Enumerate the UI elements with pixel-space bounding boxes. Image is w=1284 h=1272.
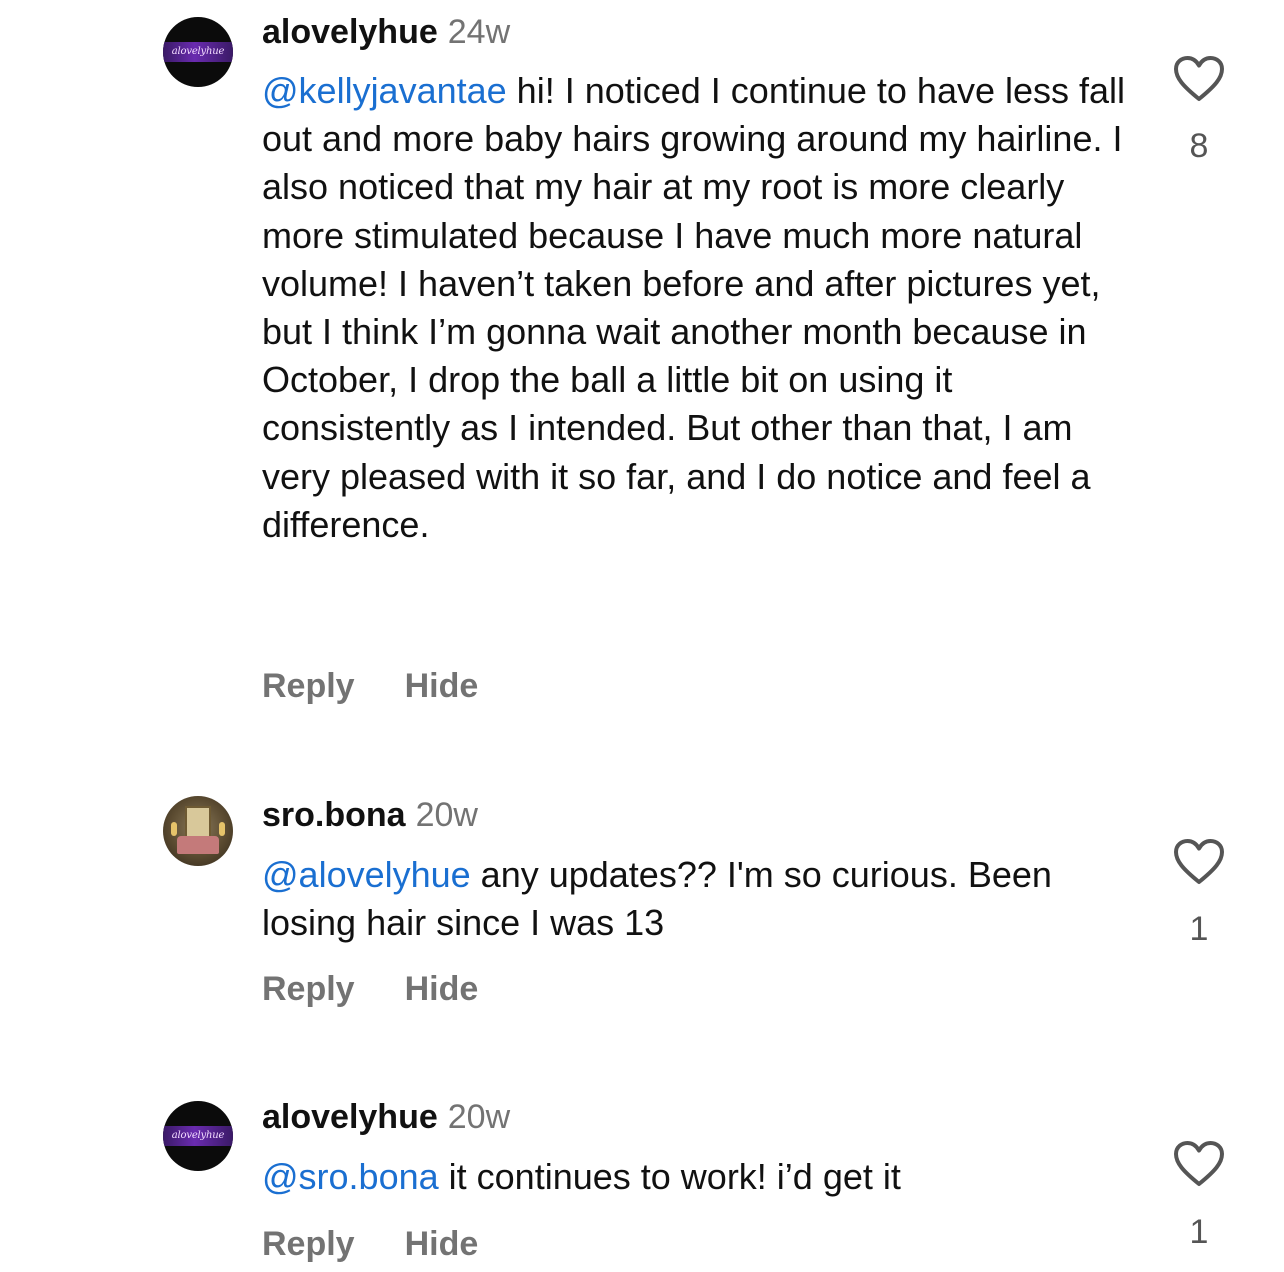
comment-actions: Reply Hide	[262, 1225, 478, 1264]
avatar-logo-text: alovelyhue	[171, 1130, 225, 1141]
reply-button[interactable]: Reply	[262, 970, 355, 1009]
comment-username[interactable]: alovelyhue	[262, 13, 438, 51]
comment-header: alovelyhue 20w	[262, 1098, 510, 1137]
heart-outline-icon[interactable]	[1173, 1140, 1225, 1188]
avatar[interactable]: alovelyhue	[163, 17, 233, 87]
mention-link[interactable]: @sro.bona	[262, 1156, 439, 1197]
comment-text: @kellyjavantae hi! I noticed I continue …	[262, 67, 1142, 549]
comment-text: @alovelyhue any updates?? I'm so curious…	[262, 851, 1142, 947]
hide-button[interactable]: Hide	[405, 1225, 479, 1264]
comment-body: it continues to work! i’d get it	[438, 1156, 901, 1197]
mention-link[interactable]: @kellyjavantae	[262, 70, 507, 111]
avatar-logo-text: alovelyhue	[171, 46, 225, 57]
comment-text: @sro.bona it continues to work! i’d get …	[262, 1153, 1142, 1201]
comment-username[interactable]: alovelyhue	[262, 1098, 438, 1136]
reply-button[interactable]: Reply	[262, 1225, 355, 1264]
avatar-photo-lamp	[219, 822, 225, 836]
comment-timestamp: 20w	[415, 796, 478, 834]
heart-outline-icon[interactable]	[1173, 55, 1225, 103]
mention-link[interactable]: @alovelyhue	[262, 854, 471, 895]
avatar-photo-bed	[177, 836, 219, 854]
like-count: 1	[1189, 910, 1209, 948]
avatar-photo-frame	[185, 806, 211, 838]
avatar-photo-lamp	[171, 822, 177, 836]
avatar[interactable]: alovelyhue	[163, 1101, 233, 1171]
hide-button[interactable]: Hide	[405, 970, 479, 1009]
comment-header: alovelyhue 24w	[262, 13, 510, 52]
heart-outline-icon[interactable]	[1173, 838, 1225, 886]
like-count: 8	[1189, 127, 1209, 165]
like-count: 1	[1189, 1213, 1209, 1251]
comment-actions: Reply Hide	[262, 970, 478, 1009]
comment-timestamp: 20w	[447, 1098, 511, 1136]
comment-username[interactable]: sro.bona	[262, 796, 406, 834]
avatar[interactable]	[163, 796, 233, 866]
comment-timestamp: 24w	[447, 13, 511, 51]
comment-body: hi! I noticed I continue to have less fa…	[262, 70, 1126, 545]
reply-button[interactable]: Reply	[262, 667, 355, 706]
hide-button[interactable]: Hide	[405, 667, 479, 706]
comment-actions: Reply Hide	[262, 667, 478, 706]
comment-header: sro.bona 20w	[262, 796, 478, 835]
